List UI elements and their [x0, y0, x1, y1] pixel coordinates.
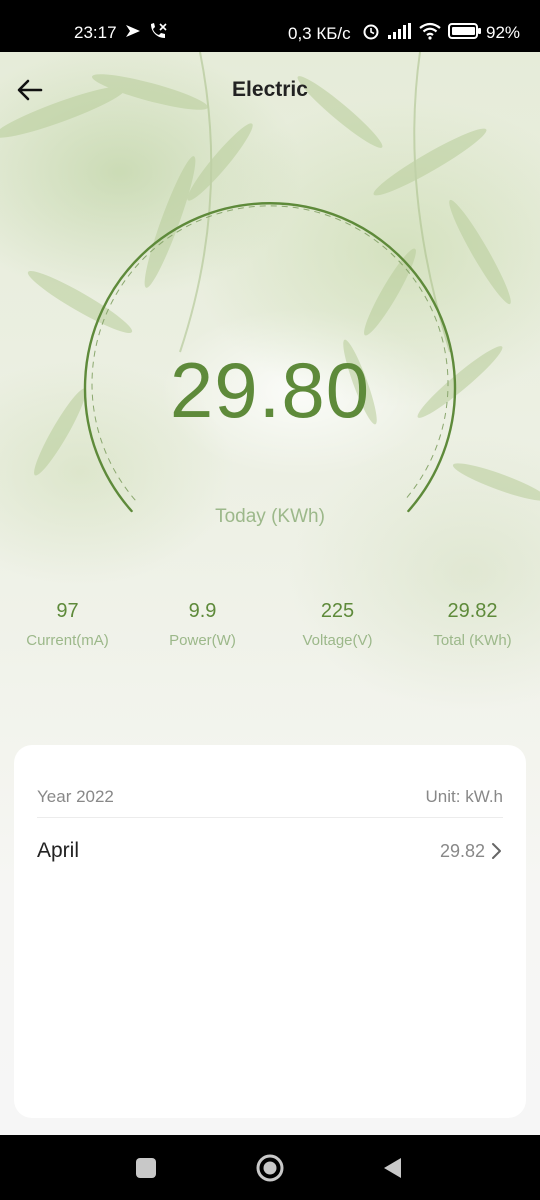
home-button[interactable] — [230, 1135, 310, 1200]
status-time: 23:17 — [74, 23, 117, 42]
call-icon — [148, 22, 168, 45]
year-label: Year 2022 — [37, 787, 114, 806]
battery-percent: 92% — [486, 23, 521, 42]
list-item[interactable]: April 29.82 — [37, 829, 503, 873]
signal-icon — [386, 22, 412, 45]
stat-power-label: Power(W) — [169, 632, 236, 649]
stat-total: 29.82 Total (KWh) — [405, 600, 540, 649]
stat-power: 9.9 Power(W) — [135, 600, 270, 649]
network-speed: 0,3 КБ/с — [288, 24, 351, 43]
month-label: April — [37, 839, 80, 862]
history-card: Year 2022 Unit: kW.h April 29.82 — [14, 745, 526, 1118]
today-energy-caption: Today (KWh) — [215, 506, 325, 527]
page-title: Electric — [232, 78, 308, 101]
chevron-right-icon — [492, 843, 501, 859]
recents-button[interactable] — [106, 1135, 186, 1200]
stat-total-value: 29.82 — [447, 600, 498, 622]
battery-icon — [448, 22, 482, 45]
stats-row: 97 Current(mA) 9.9 Power(W) 225 Voltage(… — [0, 600, 540, 660]
today-energy-value: 29.80 — [169, 346, 371, 434]
month-value: 29.82 — [439, 841, 485, 861]
stat-current-label: Current(mA) — [26, 632, 109, 649]
stat-current: 97 Current(mA) — [0, 600, 135, 649]
stat-power-value: 9.9 — [188, 600, 217, 622]
wifi-icon — [418, 22, 442, 45]
stat-voltage: 225 Voltage(V) — [270, 600, 405, 649]
stat-current-value: 97 — [56, 600, 79, 622]
location-icon — [124, 22, 142, 45]
square-icon — [136, 1157, 156, 1178]
system-nav-bar — [0, 1135, 540, 1200]
history-header: Year 2022 Unit: kW.h — [37, 777, 503, 818]
stat-voltage-label: Voltage(V) — [302, 632, 373, 649]
unit-label: Unit: kW.h — [425, 787, 503, 806]
home-circle-icon — [256, 1154, 284, 1181]
stat-voltage-value: 225 — [320, 600, 355, 622]
triangle-back-icon — [384, 1157, 401, 1178]
back-nav-button[interactable] — [352, 1135, 432, 1200]
status-bar: 23:17 0,3 КБ/с 92% — [0, 0, 540, 52]
alarm-icon — [362, 22, 380, 45]
stat-total-label: Total (KWh) — [433, 632, 512, 649]
